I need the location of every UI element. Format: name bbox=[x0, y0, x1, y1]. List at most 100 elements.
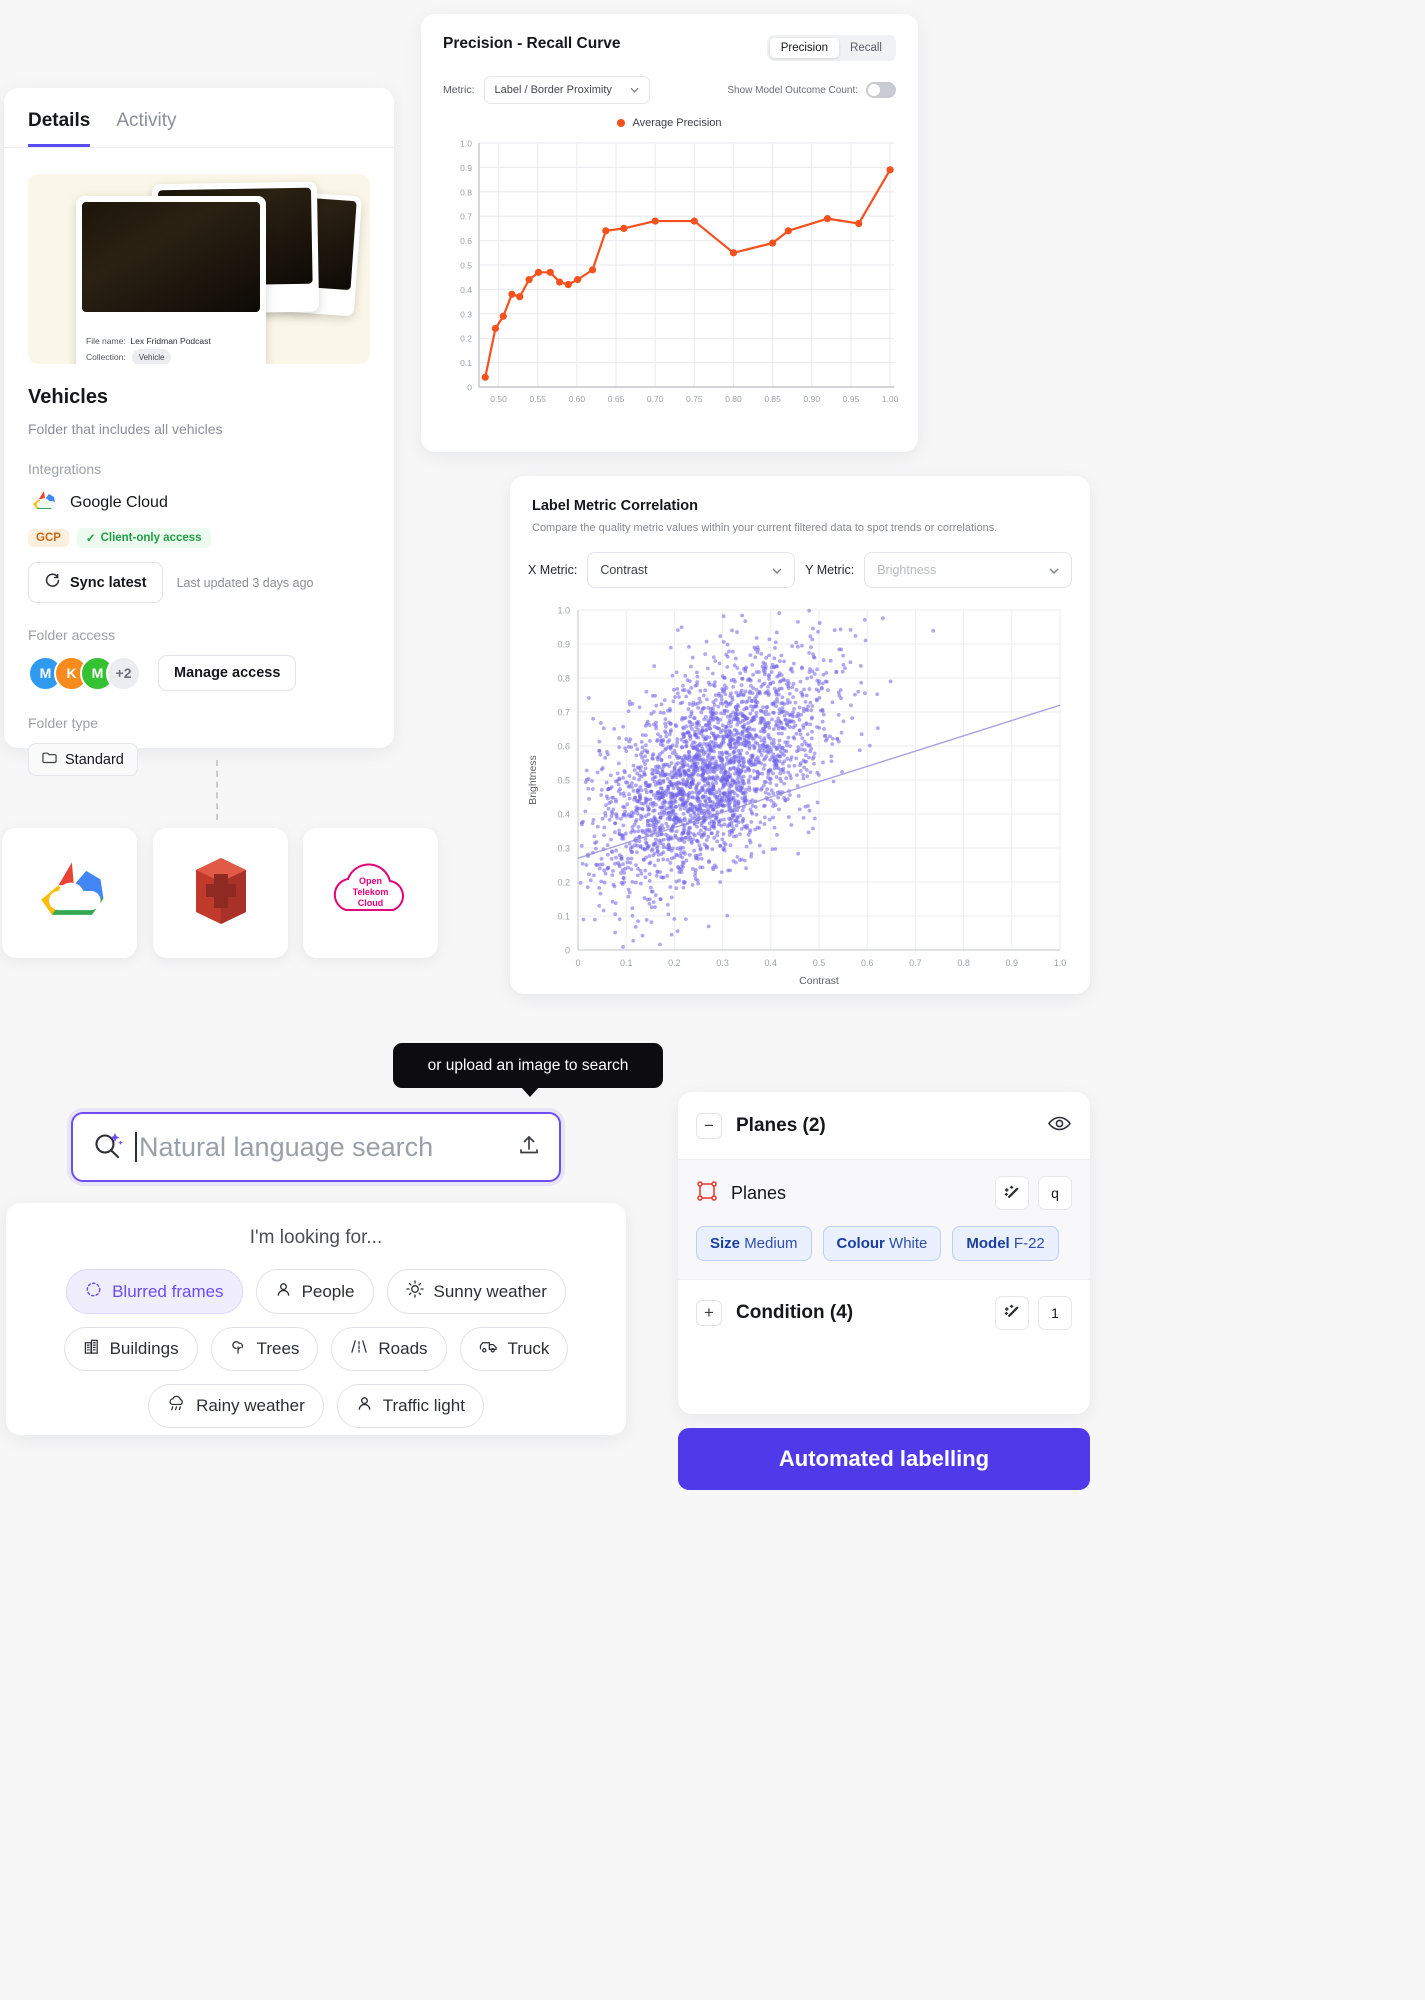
attribute-colour[interactable]: Colour White bbox=[822, 1226, 942, 1261]
avatar-group[interactable]: M K M +2 bbox=[28, 655, 141, 691]
label-item-row: Planes q bbox=[696, 1176, 1072, 1210]
svg-text:0.5: 0.5 bbox=[557, 776, 570, 786]
eye-icon[interactable] bbox=[1047, 1111, 1072, 1141]
segment-precision[interactable]: Precision bbox=[769, 38, 840, 58]
metric-select-wrap: Metric: Label / Border Proximity bbox=[443, 76, 650, 104]
folder-title: Vehicles bbox=[28, 386, 109, 408]
svg-text:0.2: 0.2 bbox=[460, 334, 472, 344]
chip-label: Roads bbox=[378, 1339, 428, 1358]
model-outcome-toggle[interactable] bbox=[866, 82, 896, 98]
label-panel-header: − Planes (2) bbox=[678, 1092, 1090, 1160]
svg-text:0.3: 0.3 bbox=[460, 309, 472, 319]
svg-text:0.4: 0.4 bbox=[557, 810, 570, 820]
badge-gcp: GCP bbox=[28, 529, 69, 547]
upload-icon[interactable] bbox=[517, 1133, 541, 1162]
chevron-down-icon bbox=[1049, 563, 1059, 577]
attribute-size[interactable]: Size Medium bbox=[696, 1226, 812, 1261]
chip-label: Blurred frames bbox=[112, 1281, 224, 1301]
road-icon bbox=[350, 1338, 368, 1360]
label-panel-footer-left: + Condition (4) bbox=[696, 1299, 854, 1326]
pr-title: Precision - Recall Curve bbox=[443, 35, 621, 52]
dotted-connector bbox=[216, 760, 218, 820]
integration-google-cloud[interactable]: Google Cloud bbox=[28, 488, 370, 517]
file-name-value: Lex Fridman Podcast bbox=[130, 335, 211, 346]
svg-text:0.85: 0.85 bbox=[764, 394, 781, 404]
google-cloud-logo-icon bbox=[27, 856, 113, 931]
svg-text:0.4: 0.4 bbox=[765, 958, 778, 968]
folder-type-chip: Standard bbox=[28, 743, 138, 776]
shortcut-key-1[interactable]: 1 bbox=[1038, 1295, 1072, 1330]
magic-wand-icon[interactable] bbox=[995, 1176, 1029, 1210]
chip-people[interactable]: People bbox=[255, 1269, 374, 1314]
svg-text:0.8: 0.8 bbox=[557, 674, 570, 684]
folder-description: Folder that includes all vehicles bbox=[28, 421, 223, 437]
collapse-button[interactable]: − bbox=[696, 1112, 722, 1139]
chip-buildings[interactable]: Buildings bbox=[63, 1327, 198, 1371]
svg-text:0.8: 0.8 bbox=[460, 187, 472, 197]
attribute-key: Model bbox=[966, 1235, 1010, 1252]
open-telekom-cloud-logo-icon: Open Telekom Cloud bbox=[316, 852, 426, 935]
automated-labelling-button[interactable]: Automated labelling bbox=[678, 1428, 1090, 1490]
attribute-model[interactable]: Model F-22 bbox=[952, 1226, 1059, 1261]
chevron-down-icon bbox=[630, 84, 639, 96]
integration-badges: GCP ✓ Client-only access bbox=[28, 528, 370, 548]
y-metric-select[interactable]: Brightness bbox=[864, 552, 1072, 588]
avatar-overflow[interactable]: +2 bbox=[106, 655, 141, 691]
svg-text:0.90: 0.90 bbox=[804, 394, 821, 404]
svg-text:1.0: 1.0 bbox=[460, 139, 472, 149]
svg-text:0.80: 0.80 bbox=[725, 394, 742, 404]
label-metric-correlation-card: Label Metric Correlation Compare the qua… bbox=[510, 476, 1090, 994]
condition-actions: 1 bbox=[995, 1295, 1072, 1330]
y-metric-label: Y Metric: bbox=[805, 563, 855, 577]
chip-trees[interactable]: Trees bbox=[210, 1327, 319, 1371]
aws-logo-card[interactable] bbox=[153, 828, 288, 958]
chip-truck[interactable]: Truck bbox=[459, 1327, 569, 1371]
pr-plot: 0 0.1 0.2 0.3 0.4 0.5 0.6 0.7 0.8 0.9 1.0 0.50 0.55 0… bbox=[439, 135, 900, 425]
metric-value: Label / Border Proximity bbox=[494, 84, 612, 96]
chip-rainy-weather[interactable]: Rainy weather bbox=[148, 1384, 324, 1428]
suggestions-title: I'm looking for... bbox=[249, 1227, 383, 1248]
sync-latest-button[interactable]: Sync latest bbox=[28, 562, 163, 603]
chip-label: Traffic light bbox=[382, 1396, 465, 1415]
label-item-left: Planes bbox=[696, 1180, 786, 1207]
svg-text:0.1: 0.1 bbox=[620, 958, 633, 968]
tab-details[interactable]: Details bbox=[28, 110, 91, 147]
x-metric-select[interactable]: Contrast bbox=[587, 552, 796, 588]
preview-meta: File name: Lex Fridman Podcast Collectio… bbox=[86, 333, 211, 364]
file-name-label: File name: bbox=[86, 335, 126, 346]
label-panel: − Planes (2) Planes q Size Medium Colour… bbox=[678, 1092, 1090, 1414]
chip-blurred-frames[interactable]: Blurred frames bbox=[66, 1269, 243, 1314]
folder-access-label: Folder access bbox=[28, 627, 116, 643]
magic-wand-icon[interactable] bbox=[995, 1295, 1029, 1330]
chip-sunny-weather[interactable]: Sunny weather bbox=[386, 1269, 566, 1314]
chip-roads[interactable]: Roads bbox=[331, 1327, 447, 1371]
svg-text:0.3: 0.3 bbox=[557, 844, 570, 854]
pr-plot-svg: 0 0.1 0.2 0.3 0.4 0.5 0.6 0.7 0.8 0.9 1.0 0.50 0.55 0… bbox=[460, 139, 898, 405]
corr-title: Label Metric Correlation bbox=[532, 498, 698, 514]
svg-text:0.70: 0.70 bbox=[647, 394, 664, 404]
legend-dot-icon bbox=[617, 119, 626, 127]
google-cloud-logo-card[interactable] bbox=[2, 828, 137, 958]
corr-plot: 0 0.1 0.2 0.3 0.4 0.5 0.6 0.7 0.8 0.9 1.0 0 0.1 0.2 0.… bbox=[520, 600, 1080, 1005]
manage-access-button[interactable]: Manage access bbox=[158, 655, 297, 691]
tab-activity[interactable]: Activity bbox=[116, 110, 176, 147]
chip-traffic-light[interactable]: Traffic light bbox=[336, 1384, 484, 1428]
corr-controls: X Metric: Contrast Y Metric: Brightness bbox=[510, 534, 1090, 588]
metric-select[interactable]: Label / Border Proximity bbox=[483, 76, 650, 104]
search-bar[interactable]: Natural language search bbox=[71, 1112, 561, 1182]
svg-text:0: 0 bbox=[565, 946, 570, 956]
open-telekom-cloud-logo-card[interactable]: Open Telekom Cloud bbox=[303, 828, 438, 958]
aws-logo-icon bbox=[186, 854, 256, 933]
shortcut-key-q[interactable]: q bbox=[1038, 1176, 1072, 1210]
suggestions-card: I'm looking for... Blurred frames People… bbox=[6, 1203, 626, 1435]
svg-text:0.9: 0.9 bbox=[1006, 958, 1019, 968]
svg-text:Contrast: Contrast bbox=[799, 975, 839, 987]
expand-button[interactable]: + bbox=[696, 1299, 722, 1326]
svg-text:1.0: 1.0 bbox=[1054, 958, 1067, 968]
google-cloud-icon bbox=[28, 488, 58, 517]
segment-recall[interactable]: Recall bbox=[839, 38, 893, 58]
condition-title: Condition (4) bbox=[736, 1301, 854, 1323]
attribute-key: Size bbox=[710, 1235, 741, 1252]
search-input[interactable]: Natural language search bbox=[139, 1132, 517, 1163]
svg-text:0: 0 bbox=[575, 958, 580, 968]
